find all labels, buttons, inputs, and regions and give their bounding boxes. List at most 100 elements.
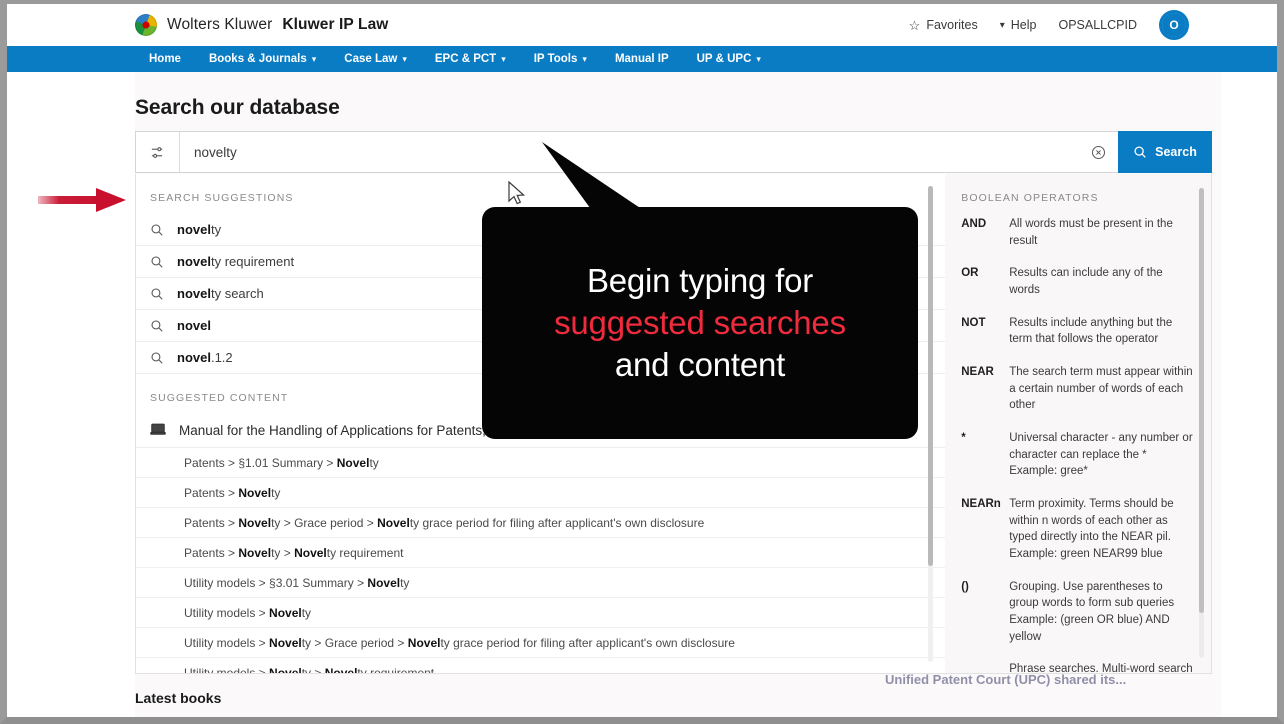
suggested-content-row[interactable]: Patents > Novelty > Grace period > Novel… (136, 508, 946, 538)
primary-navigation: Home Books & Journals ▾ Case Law ▾ EPC &… (7, 46, 1277, 72)
background-news-item: Unified Patent Court (UPC) shared its... (885, 672, 1127, 687)
latest-books-heading: Latest books (135, 690, 222, 706)
favorites-label: Favorites (926, 18, 978, 32)
window-bottom-edge (0, 717, 1284, 724)
user-id-text: OPSALLCPID (1058, 18, 1137, 32)
boolean-operator-description: Universal character - any number or char… (1009, 432, 1193, 478)
nav-label: EPC & PCT (434, 53, 497, 65)
boolean-operator-description: Term proximity. Terms should be within n… (1009, 498, 1174, 561)
magnifier-icon (151, 223, 163, 236)
clear-search-icon[interactable] (1078, 132, 1118, 172)
callout-line-3: and content (614, 346, 786, 384)
breadcrumb: Patents > Novelty > Novelty requirement (184, 545, 404, 560)
help-menu[interactable]: ▾ Help (1000, 18, 1037, 32)
product-name: Kluwer IP Law (282, 16, 389, 33)
suggestion-label: novelty requirement (177, 254, 295, 269)
mouse-pointer-icon (508, 181, 526, 205)
magnifier-icon (151, 287, 163, 300)
boolean-operator-description: The search term must appear within a cer… (1009, 366, 1193, 412)
nav-item-manual-ip[interactable]: Manual IP (601, 46, 683, 72)
boolean-operator-row: () Grouping. Use parentheses to group wor… (961, 579, 1195, 646)
suggestion-label: novelty search (177, 286, 264, 301)
suggested-content-row[interactable]: Utility models > Novelty (136, 598, 946, 628)
breadcrumb: Patents > Novelty (184, 485, 281, 500)
nav-item-up-upc[interactable]: UP & UPC ▾ (683, 46, 775, 72)
suggested-content-row[interactable]: Patents > §1.01 Summary > Novelty (136, 448, 946, 478)
boolean-operator-row: NEARn Term proximity. Terms should be wit… (961, 496, 1195, 563)
callout-line-2: suggested searches (554, 303, 846, 341)
nav-item-epc-pct[interactable]: EPC & PCT ▾ (421, 46, 520, 72)
red-arrow-annotation (38, 188, 126, 212)
chevron-down-icon: ▾ (756, 53, 761, 64)
magnifier-icon (151, 319, 163, 332)
boolean-scrollbar-thumb[interactable] (1199, 188, 1204, 613)
nav-label: Home (149, 53, 181, 65)
nav-item-books-journals[interactable]: Books & Journals ▾ (195, 46, 330, 72)
brand[interactable]: Wolters Kluwer Kluwer IP Law (135, 14, 388, 36)
suggestion-label: novel (177, 318, 211, 333)
star-icon: ☆ (908, 17, 921, 33)
suggested-content-row[interactable]: Utility models > §3.01 Summary > Novelty (136, 568, 946, 598)
wolters-kluwer-logo-icon (135, 14, 157, 36)
breadcrumb: Utility models > Novelty > Grace period … (184, 635, 735, 650)
avatar-initial: O (1162, 13, 1186, 37)
book-icon (150, 422, 166, 439)
favorites-button[interactable]: ☆ Favorites (909, 18, 978, 32)
help-label: Help (1010, 18, 1037, 32)
boolean-operator-symbol: OR (961, 267, 979, 280)
breadcrumb: Utility models > Novelty (184, 605, 312, 620)
suggested-content-row[interactable]: Patents > Novelty > Novelty requirement (136, 538, 946, 568)
nav-label: IP Tools (533, 53, 578, 65)
boolean-operator-row: AND All words must be present in the resu… (961, 216, 1195, 249)
boolean-operator-description: Grouping. Use parentheses to group words… (1009, 580, 1175, 643)
breadcrumb: Patents > §1.01 Summary > Novelty (184, 455, 379, 470)
suggestion-label: novel.1.2 (177, 350, 233, 365)
boolean-operator-symbol: NEARn (961, 498, 1001, 511)
instruction-callout: Begin typing for suggested searches and … (482, 207, 918, 439)
suggestions-scrollbar-thumb[interactable] (928, 186, 934, 566)
chevron-down-icon: ▾ (501, 53, 506, 64)
nav-item-ip-tools[interactable]: IP Tools ▾ (520, 46, 601, 72)
boolean-operators-heading: BOOLEAN OPERATORS (961, 192, 1099, 204)
search-button[interactable]: Search (1118, 131, 1212, 173)
boolean-operators-panel: BOOLEAN OPERATORS AND All words must be p… (945, 174, 1211, 673)
boolean-operator-description: Results can include any of the words (1009, 267, 1163, 297)
sliders-icon[interactable] (136, 132, 180, 172)
boolean-operator-symbol: * (961, 432, 966, 445)
suggested-content-row[interactable]: Patents > Novelty (136, 478, 946, 508)
magnifier-icon (151, 351, 163, 364)
nav-label: Case Law (344, 53, 398, 65)
suggested-document-title: Manual for the Handling of Applications … (179, 423, 486, 438)
search-button-label: Search (1155, 145, 1197, 159)
chevron-down-icon: ▾ (999, 19, 1005, 31)
user-id-label: OPSALLCPID (1058, 18, 1137, 32)
nav-label: UP & UPC (696, 53, 752, 65)
breadcrumb: Utility models > Novelty > Novelty requi… (184, 665, 435, 674)
page-canvas: Wolters Kluwer Kluwer IP Law ☆ Favorites… (0, 4, 1284, 724)
nav-item-home[interactable]: Home (135, 46, 195, 72)
suggestion-label: novelty (177, 222, 222, 237)
chevron-down-icon: ▾ (402, 53, 407, 64)
header-actions: ☆ Favorites ▾ Help OPSALLCPID O (909, 10, 1189, 40)
avatar[interactable]: O (1159, 10, 1189, 40)
nav-item-case-law[interactable]: Case Law ▾ (330, 46, 421, 72)
brand-name: Wolters Kluwer (167, 16, 273, 33)
boolean-operator-symbol: NEAR (961, 366, 994, 379)
boolean-operator-description: All words must be present in the result (1009, 218, 1173, 247)
boolean-operator-row: OR Results can include any of the words (961, 265, 1195, 298)
suggested-content-row[interactable]: Utility models > Novelty > Grace period … (136, 628, 946, 658)
boolean-operator-row: * Universal character - any number or cha… (961, 430, 1195, 480)
page-title: Search our database (135, 96, 340, 119)
magnifier-icon (151, 255, 163, 268)
suggested-content-row[interactable]: Utility models > Novelty > Novelty requi… (136, 658, 945, 674)
chevron-down-icon: ▾ (311, 53, 317, 64)
search-bar[interactable]: novelty Search (135, 131, 1212, 173)
boolean-operator-row: NEAR The search term must appear within a… (961, 364, 1195, 414)
breadcrumb: Utility models > §3.01 Summary > Novelty (184, 575, 410, 590)
site-header: Wolters Kluwer Kluwer IP Law ☆ Favorites… (7, 4, 1277, 46)
boolean-operators-list: AND All words must be present in the resu… (961, 216, 1195, 673)
callout-line-1: Begin typing for (586, 261, 814, 299)
chevron-down-icon: ▾ (582, 53, 587, 64)
boolean-operator-symbol: AND (961, 218, 987, 230)
magnifier-icon (1134, 146, 1146, 158)
